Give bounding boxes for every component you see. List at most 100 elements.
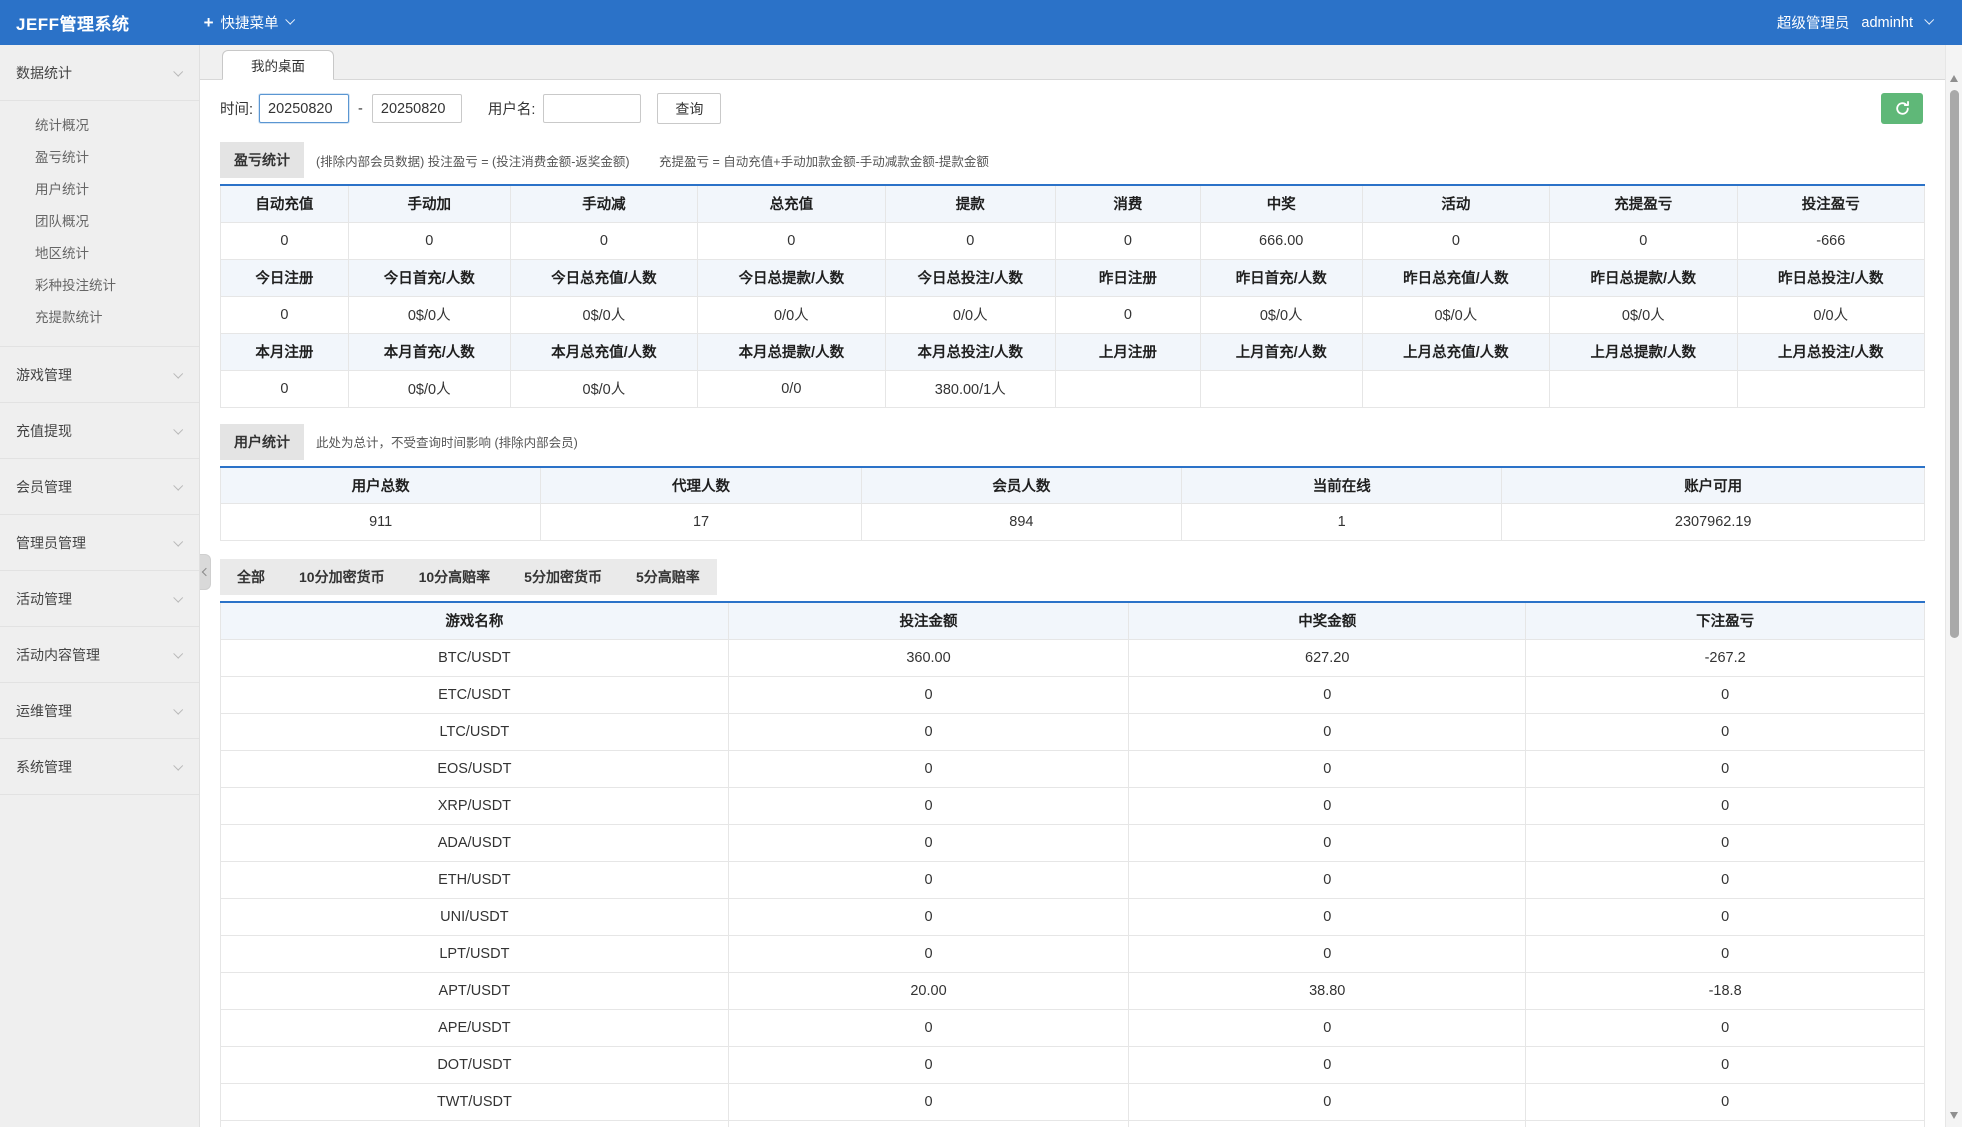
value-cell: 0 — [1526, 787, 1925, 824]
header-cell: 中奖 — [1200, 185, 1362, 222]
value-cell: 0 — [1129, 787, 1526, 824]
sidebar-section-admin-mgmt[interactable]: 管理员管理 — [0, 515, 199, 571]
game-tab-5min-high-odds[interactable]: 5分高赔率 — [619, 559, 717, 595]
game-name-cell: XRP/USDT — [221, 787, 729, 824]
query-button[interactable]: 查询 — [657, 93, 721, 124]
value-cell: 0 — [1526, 935, 1925, 972]
value-cell: 0 — [221, 222, 349, 259]
chevron-down-icon — [173, 537, 183, 547]
tab-my-desktop[interactable]: 我的桌面 — [222, 50, 334, 80]
sidebar-item-deposit-withdraw-stats[interactable]: 充提款统计 — [0, 302, 199, 334]
table-row: DOT/USDT 0 0 0 — [221, 1046, 1925, 1083]
profit-note: (排除内部会员数据) 投注盈亏 = (投注消费金额-返奖金额) 充提盈亏 = 自… — [316, 151, 1015, 170]
scrollbar-up-icon[interactable] — [1950, 75, 1958, 82]
chevron-down-icon — [173, 705, 183, 715]
scrollbar-down-icon[interactable] — [1950, 1112, 1958, 1119]
header-cell: 自动充值 — [221, 185, 349, 222]
date-to-input[interactable] — [372, 94, 462, 123]
table-row: 911 17 894 1 2307962.19 — [221, 504, 1925, 541]
user-name: adminht — [1861, 15, 1913, 31]
value-cell: 0 — [728, 750, 1128, 787]
content: 时间: - 用户名: 查询 盈亏统计 (排除内部会员数据) 投注盈亏 — [200, 80, 1945, 1127]
value-cell: 20.00 — [728, 972, 1128, 1009]
value-cell: 0 — [1129, 1120, 1526, 1127]
chevron-down-icon — [173, 481, 183, 491]
username-input[interactable] — [543, 94, 641, 123]
game-name-cell: LTC/USDT — [221, 713, 729, 750]
value-cell: 1 — [1182, 504, 1502, 541]
value-cell: 666.00 — [1200, 222, 1362, 259]
sidebar-section-ops-mgmt[interactable]: 运维管理 — [0, 683, 199, 739]
value-cell: 0$/0人 — [1200, 296, 1362, 333]
sidebar-section-data-stats[interactable]: 数据统计 — [0, 45, 199, 101]
sidebar-submenu: 统计概况 盈亏统计 用户统计 团队概况 地区统计 彩种投注统计 充提款统计 — [0, 101, 199, 347]
value-cell: 0 — [728, 1009, 1128, 1046]
sidebar-section-member-mgmt[interactable]: 会员管理 — [0, 459, 199, 515]
table-row: UNI/USDT 0 0 0 — [221, 898, 1925, 935]
date-range-separator: - — [358, 101, 363, 117]
value-cell: 0 — [1526, 676, 1925, 713]
header-cell: 手动加 — [348, 185, 510, 222]
table-row: 0 0 0 0 0 0 666.00 0 0 -666 — [221, 222, 1925, 259]
quick-menu-label: 快捷菜单 — [221, 12, 279, 33]
table-row: ETC/USDT 0 0 0 — [221, 676, 1925, 713]
sidebar-item-team-overview[interactable]: 团队概况 — [0, 206, 199, 238]
value-cell: 0 — [728, 1046, 1128, 1083]
refresh-button[interactable] — [1881, 93, 1923, 124]
profit-formula-1: (排除内部会员数据) 投注盈亏 = (投注消费金额-返奖金额) — [316, 155, 630, 169]
header-cell: 投注金额 — [728, 602, 1128, 639]
header-cell: 昨日注册 — [1055, 259, 1200, 296]
header-cell: 今日首充/人数 — [348, 259, 510, 296]
sidebar-section-system-mgmt[interactable]: 系统管理 — [0, 739, 199, 795]
game-tab-10min-crypto[interactable]: 10分加密货币 — [282, 559, 402, 595]
workspace-tabstrip: 我的桌面 — [200, 45, 1945, 80]
header-cell: 当前在线 — [1182, 467, 1502, 504]
scrollbar-thumb[interactable] — [1950, 90, 1959, 638]
sidebar-section-deposit-withdraw[interactable]: 充值提现 — [0, 403, 199, 459]
value-cell: 0$/0人 — [510, 296, 697, 333]
date-from-input[interactable] — [259, 94, 349, 123]
refresh-icon — [1894, 100, 1911, 117]
vertical-scrollbar[interactable] — [1945, 45, 1962, 1127]
sidebar-item-stats-overview[interactable]: 统计概况 — [0, 110, 199, 142]
header-cell: 上月首充/人数 — [1200, 333, 1362, 370]
value-cell: 0 — [1526, 1009, 1925, 1046]
game-tab-5min-crypto[interactable]: 5分加密货币 — [507, 559, 619, 595]
table-row: XRP/USDT 0 0 0 — [221, 787, 1925, 824]
header-cell: 代理人数 — [541, 467, 861, 504]
sidebar-section-label: 运维管理 — [16, 701, 72, 721]
table-row: ADA/USDT 0 0 0 — [221, 824, 1925, 861]
game-name-cell: ADA/USDT — [221, 824, 729, 861]
value-cell: 0 — [1526, 713, 1925, 750]
table-row: APE/USDT 0 0 0 — [221, 1009, 1925, 1046]
header-cell: 今日总提款/人数 — [698, 259, 885, 296]
quick-menu-button[interactable]: + 快捷菜单 — [204, 12, 293, 33]
user-menu[interactable]: 超级管理员 adminht — [1777, 12, 1932, 33]
header-cell: 提款 — [885, 185, 1055, 222]
value-cell: 0 — [1129, 861, 1526, 898]
game-stats-table: 游戏名称 投注金额 中奖金额 下注盈亏 BTC/USDT 360.00 627.… — [220, 601, 1925, 1127]
sidebar-section-label: 数据统计 — [16, 63, 72, 83]
sidebar-collapse-handle[interactable] — [200, 554, 211, 590]
game-tab-10min-high-odds[interactable]: 10分高赔率 — [402, 559, 508, 595]
table-row: LTC/USDT 0 0 0 — [221, 713, 1925, 750]
sidebar-item-lottery-bet-stats[interactable]: 彩种投注统计 — [0, 270, 199, 302]
game-name-cell: DOT/USDT — [221, 1046, 729, 1083]
sidebar-item-profit-stats[interactable]: 盈亏统计 — [0, 142, 199, 174]
sidebar: 数据统计 统计概况 盈亏统计 用户统计 团队概况 地区统计 彩种投注统计 充提款… — [0, 45, 200, 1127]
game-tab-all[interactable]: 全部 — [220, 559, 282, 595]
sidebar-section-game-mgmt[interactable]: 游戏管理 — [0, 347, 199, 403]
value-cell: 0 — [1129, 824, 1526, 861]
value-cell: 0 — [348, 222, 510, 259]
sidebar-section-activity-content-mgmt[interactable]: 活动内容管理 — [0, 627, 199, 683]
game-name-cell: ETC/USDT — [221, 676, 729, 713]
header-cell: 本月总充值/人数 — [510, 333, 697, 370]
table-row: 用户总数 代理人数 会员人数 当前在线 账户可用 — [221, 467, 1925, 504]
game-name-cell: EOS/USDT — [221, 750, 729, 787]
header-cell: 本月总投注/人数 — [885, 333, 1055, 370]
sidebar-item-region-stats[interactable]: 地区统计 — [0, 238, 199, 270]
header-cell: 游戏名称 — [221, 602, 729, 639]
sidebar-section-activity-mgmt[interactable]: 活动管理 — [0, 571, 199, 627]
game-name-cell: ETH/USDT — [221, 861, 729, 898]
sidebar-item-user-stats[interactable]: 用户统计 — [0, 174, 199, 206]
